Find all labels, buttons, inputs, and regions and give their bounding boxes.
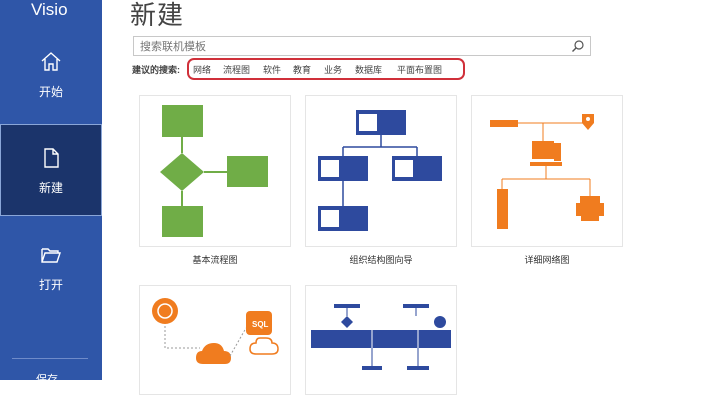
suggested-search-link[interactable]: 教育 xyxy=(293,63,311,76)
suggested-search-link[interactable]: 平面布置图 xyxy=(397,63,442,76)
sidebar: Visio 开始 新建 打开 保存 xyxy=(0,0,102,386)
template-label[interactable]: 基本流程图 xyxy=(139,253,291,266)
cloud-diagram-thumbnail: SQL xyxy=(152,298,279,364)
search-icon[interactable] xyxy=(571,39,585,53)
search-box[interactable] xyxy=(133,36,591,56)
template-label[interactable]: 组织结构图向导 xyxy=(305,253,457,266)
org-chart-thumbnail xyxy=(318,110,442,231)
app-name: Visio xyxy=(31,0,68,19)
new-document-icon xyxy=(38,145,64,171)
timeline-thumbnail xyxy=(311,304,451,370)
sidebar-item-label: 新建 xyxy=(38,180,63,195)
home-icon xyxy=(38,49,64,75)
sidebar-item-open[interactable]: 打开 xyxy=(0,221,102,313)
sql-badge: SQL xyxy=(252,320,269,329)
suggested-search-link[interactable]: 流程图 xyxy=(223,63,250,76)
search-input[interactable] xyxy=(138,38,572,56)
suggested-searches-label: 建议的搜索: xyxy=(132,65,180,75)
open-folder-icon xyxy=(38,242,64,268)
suggested-search-link[interactable]: 业务 xyxy=(324,63,342,76)
sidebar-item-new[interactable]: 新建 xyxy=(0,124,102,216)
suggested-search-link[interactable]: 网络 xyxy=(193,63,211,76)
sidebar-divider xyxy=(12,358,88,359)
suggested-search-link[interactable]: 数据库 xyxy=(355,63,382,76)
network-thumbnail xyxy=(490,114,604,229)
template-label[interactable]: 详细网络图 xyxy=(471,253,623,266)
sidebar-item-label: 打开 xyxy=(38,277,63,292)
template-card-org-chart-wizard[interactable] xyxy=(305,95,457,247)
suggested-search-link[interactable]: 软件 xyxy=(263,63,281,76)
sidebar-item-label: 开始 xyxy=(38,84,63,99)
template-card-cloud-database[interactable]: SQL xyxy=(139,285,291,395)
template-card-timeline[interactable] xyxy=(305,285,457,395)
flowchart-thumbnail xyxy=(160,105,268,237)
page-title: 新建 xyxy=(130,0,185,30)
template-card-detailed-network[interactable] xyxy=(471,95,623,247)
template-card-basic-flowchart[interactable] xyxy=(139,95,291,247)
sidebar-item-home[interactable]: 开始 xyxy=(0,28,102,120)
sidebar-item-save[interactable]: 保存 xyxy=(36,371,58,387)
